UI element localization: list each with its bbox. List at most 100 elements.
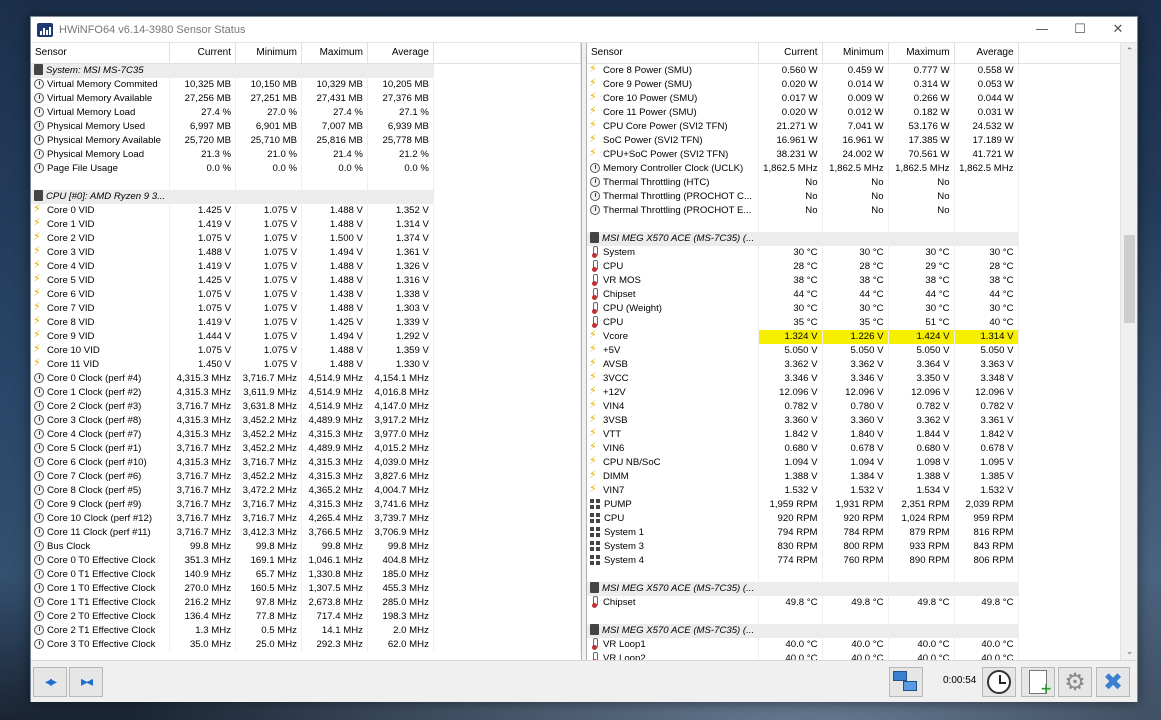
expand-arrows-button[interactable]: ◂▸ (33, 667, 67, 697)
col-header-current[interactable]: Current (758, 43, 823, 64)
minimize-button[interactable]: — (1023, 17, 1061, 43)
maximize-button[interactable]: ☐ (1061, 17, 1099, 43)
sensor-row[interactable]: Core 2 VID1.075 V1.075 V1.500 V1.374 V (31, 231, 581, 246)
sensor-row[interactable]: Core 0 T0 Effective Clock 351.3 MHz 169.1 … (31, 553, 581, 568)
sensor-row[interactable]: Core 3 Clock (perf #8) 4,315.3 MHz 3,452.2… (31, 413, 581, 428)
sensor-row[interactable]: System 4 774 RPM 760 RPM 890 RPM 806 RPM (587, 553, 1137, 568)
settings-button[interactable]: ⚙ (1058, 667, 1092, 697)
sensor-row[interactable]: Page File Usage 0.0 % 0.0 % 0.0 % 0.0 % (31, 161, 581, 176)
sensor-row[interactable]: Core 8 Clock (perf #5) 3,716.7 MHz 3,472.2… (31, 483, 581, 498)
sensor-group-header[interactable]: MSI MEG X570 ACE (MS-7C35) (... (587, 581, 1137, 596)
sensor-row[interactable]: 3VSB3.360 V3.360 V3.362 V3.361 V (587, 413, 1137, 428)
sensor-row[interactable]: Thermal Throttling (HTC) No No No (587, 175, 1137, 190)
sensor-row[interactable]: Core 8 VID 1.419 V1.075 V1.425 V1.339 V (31, 315, 581, 330)
sensor-row[interactable]: Core 9 VID 1.444 V1.075 V1.494 V1.292 V (31, 329, 581, 344)
sensor-row[interactable]: DIMM1.388 V1.384 V1.388 V1.385 V (587, 469, 1137, 484)
scroll-thumb[interactable] (1124, 235, 1135, 323)
sensor-row[interactable]: Thermal Throttling (PROCHOT C... No No No (587, 189, 1137, 204)
sensor-row[interactable]: Core 2 T1 Effective Clock 1.3 MHz 0.5 MHz 1… (31, 623, 581, 638)
sensor-row[interactable]: Core 2 T0 Effective Clock 136.4 MHz 77.8 M… (31, 609, 581, 624)
sensor-row[interactable]: VR MOS 38 °C 38 °C 38 °C 38 °C (587, 273, 1137, 288)
sensor-row[interactable]: Core 1 VID 1.419 V1.075 V1.488 V1.314 V (31, 217, 581, 232)
sensor-row[interactable]: VTT1.842 V1.840 V1.844 V1.842 V (587, 427, 1137, 442)
sensor-group-header[interactable]: CPU [#0]: AMD Ryzen 9 3... (31, 189, 581, 204)
sensor-row[interactable]: VR Loop1 40.0 °C 40.0 °C 40.0 °C 40.0 °C (587, 637, 1137, 652)
sensor-row[interactable]: Virtual Memory Commited 10,325 MB 10,150 M… (31, 77, 581, 92)
sensor-row[interactable]: Core 1 T0 Effective Clock 270.0 MHz 160.5 … (31, 581, 581, 596)
sensor-row[interactable]: CPU 28 °C 28 °C 29 °C 28 °C (587, 259, 1137, 274)
sensor-row[interactable]: Core 8 Power (SMU) 0.560 W0.459 W0.777 W0… (587, 63, 1137, 78)
sensor-row[interactable]: Physical Memory Used 6,997 MB 6,901 MB 7,00… (31, 119, 581, 134)
sensor-row[interactable]: CPU+SoC Power (SVI2 TFN) 38.231 W24.002 W… (587, 147, 1137, 162)
close-sensors-button[interactable]: ✖ (1096, 667, 1130, 697)
sensor-row[interactable]: Core 11 VID 1.450 V1.075 V1.488 V1.330 V (31, 357, 581, 372)
sensor-row[interactable]: Vcore 1.324 V1.226 V1.424 V1.314 V (587, 329, 1137, 344)
sensor-row[interactable]: Core 7 VID1.075 V1.075 V1.488 V1.303 V (31, 301, 581, 316)
sensor-row[interactable]: Core 5 Clock (perf #1) 3,716.7 MHz 3,452.2… (31, 441, 581, 456)
sensor-row[interactable]: Core 5 VID 1.425 V1.075 V1.488 V1.316 V (31, 273, 581, 288)
sensor-row[interactable]: Physical Memory Load 21.3 % 21.0 % 21.4 % 21… (31, 147, 581, 162)
col-header-minimum[interactable]: Minimum (822, 43, 889, 64)
sensor-row[interactable]: 3VCC3.346 V3.346 V3.350 V3.348 V (587, 371, 1137, 386)
sensor-row[interactable]: VIN40.782 V0.780 V0.782 V0.782 V (587, 399, 1137, 414)
sensor-row[interactable]: Core 4 VID 1.419 V1.075 V1.488 V1.326 V (31, 259, 581, 274)
col-header-maximum[interactable]: Maximum (301, 43, 368, 64)
sensor-row[interactable]: System 30 °C 30 °C 30 °C 30 °C (587, 245, 1137, 260)
sensor-row[interactable]: Core 0 VID 1.425 V1.075 V1.488 V1.352 V (31, 203, 581, 218)
sensor-row[interactable]: Chipset 44 °C 44 °C 44 °C 44 °C (587, 287, 1137, 302)
sensor-row[interactable]: Core 6 Clock (perf #10) 4,315.3 MHz 3,716.… (31, 455, 581, 470)
sensor-row[interactable]: Core 10 Power (SMU) 0.017 W0.009 W0.266 W… (587, 91, 1137, 106)
right-scrollbar[interactable]: ⌃ ⌄ (1120, 43, 1137, 660)
left-sensor-pane[interactable]: Sensor Current Minimum Maximum Average S… (31, 43, 582, 660)
sensor-row[interactable]: PUMP 1,959 RPM 1,931 RPM 2,351 RPM 2,039 RPM (587, 497, 1137, 512)
sensor-row[interactable]: Core 3 T0 Effective Clock 35.0 MHz 25.0 MH… (31, 637, 581, 652)
col-header-average[interactable]: Average (367, 43, 434, 64)
sensor-row[interactable]: CPU 920 RPM 920 RPM 1,024 RPM 959 RPM (587, 511, 1137, 526)
sensor-row[interactable]: CPU 35 °C 35 °C 51 °C 40 °C (587, 315, 1137, 330)
scroll-up-arrow-icon[interactable]: ⌃ (1121, 43, 1137, 60)
col-header-average[interactable]: Average (954, 43, 1019, 64)
sensor-row[interactable]: Core 9 Clock (perf #9) 3,716.7 MHz 3,716.7… (31, 497, 581, 512)
sensor-row[interactable]: CPU Core Power (SVI2 TFN) 21.271 W7.041 W… (587, 119, 1137, 134)
sensor-row[interactable]: Virtual Memory Load 27.4 % 27.0 % 27.4 % 27.… (31, 105, 581, 120)
col-header-minimum[interactable]: Minimum (235, 43, 302, 64)
sensor-row[interactable]: Core 9 Power (SMU) 0.020 W0.014 W0.314 W0… (587, 77, 1137, 92)
sensor-row[interactable]: Core 3 VID 1.488 V1.075 V1.494 V1.361 V (31, 245, 581, 260)
sensor-row[interactable]: Memory Controller Clock (UCLK) 1,862.5 MH… (587, 161, 1137, 176)
sensor-row[interactable]: Core 10 VID1.075 V1.075 V1.488 V1.359 V (31, 343, 581, 358)
sensor-row[interactable]: VIN71.532 V1.532 V1.534 V1.532 V (587, 483, 1137, 498)
sensor-row[interactable]: AVSB3.362 V3.362 V3.364 V3.363 V (587, 357, 1137, 372)
sensor-row[interactable]: Virtual Memory Available 27,256 MB 27,251 … (31, 91, 581, 106)
close-window-button[interactable]: ✕ (1099, 17, 1137, 43)
sensor-row[interactable]: CPU (Weight) 30 °C 30 °C 30 °C 30 °C (587, 301, 1137, 316)
sensor-row[interactable]: System 1 794 RPM 784 RPM 879 RPM 816 RPM (587, 525, 1137, 540)
sensor-row[interactable]: Thermal Throttling (PROCHOT E... No No No (587, 203, 1137, 218)
sensor-row[interactable]: Core 11 Clock (perf #11) 3,716.7 MHz 3,412… (31, 525, 581, 540)
sensor-row[interactable]: Core 11 Power (SMU) 0.020 W0.012 W0.182 W… (587, 105, 1137, 120)
sensor-row[interactable]: Chipset 49.8 °C 49.8 °C 49.8 °C 49.8 °C (587, 595, 1137, 610)
col-header-sensor[interactable]: Sensor (31, 43, 171, 64)
sensor-row[interactable]: Core 7 Clock (perf #6) 3,716.7 MHz 3,452.2… (31, 469, 581, 484)
right-sensor-pane[interactable]: Sensor Current Minimum Maximum Average C… (586, 43, 1137, 660)
sensor-row[interactable]: Core 6 VID1.075 V1.075 V1.438 V1.338 V (31, 287, 581, 302)
sensor-group-header[interactable]: MSI MEG X570 ACE (MS-7C35) (... (587, 623, 1137, 638)
col-header-current[interactable]: Current (169, 43, 237, 64)
sensor-group-header[interactable]: MSI MEG X570 ACE (MS-7C35) (... (587, 231, 1137, 246)
network-button[interactable] (889, 667, 923, 697)
sensor-row[interactable]: VR Loop2 40.0 °C 40.0 °C 40.0 °C 40.0 °C (587, 651, 1137, 660)
sensor-row[interactable]: Core 1 T1 Effective Clock 216.2 MHz 97.8 M… (31, 595, 581, 610)
collapse-arrows-button[interactable]: ▸◂ (69, 667, 103, 697)
sensor-row[interactable]: +12V12.096 V12.096 V12.096 V12.096 V (587, 385, 1137, 400)
sensor-row[interactable]: Core 10 Clock (perf #12) 3,716.7 MHz 3,716… (31, 511, 581, 526)
logging-button[interactable] (1021, 667, 1055, 697)
col-header-sensor[interactable]: Sensor (587, 43, 760, 64)
sensor-row[interactable]: VIN60.680 V0.678 V0.680 V0.678 V (587, 441, 1137, 456)
sensor-row[interactable]: Core 1 Clock (perf #2) 4,315.3 MHz 3,611.9… (31, 385, 581, 400)
sensor-row[interactable]: CPU NB/SoC1.094 V1.094 V1.098 V1.095 V (587, 455, 1137, 470)
sensor-row[interactable]: Core 0 Clock (perf #4) 4,315.3 MHz 3,716.7… (31, 371, 581, 386)
sensor-row[interactable]: Core 2 Clock (perf #3) 3,716.7 MHz 3,631.8… (31, 399, 581, 414)
sensor-row[interactable]: Bus Clock 99.8 MHz 99.8 MHz 99.8 MHz 99.8 MH… (31, 539, 581, 554)
sensor-row[interactable]: +5V5.050 V5.050 V5.050 V5.050 V (587, 343, 1137, 358)
col-header-maximum[interactable]: Maximum (888, 43, 955, 64)
sensor-row[interactable]: SoC Power (SVI2 TFN)16.961 W16.961 W17.3… (587, 133, 1137, 148)
